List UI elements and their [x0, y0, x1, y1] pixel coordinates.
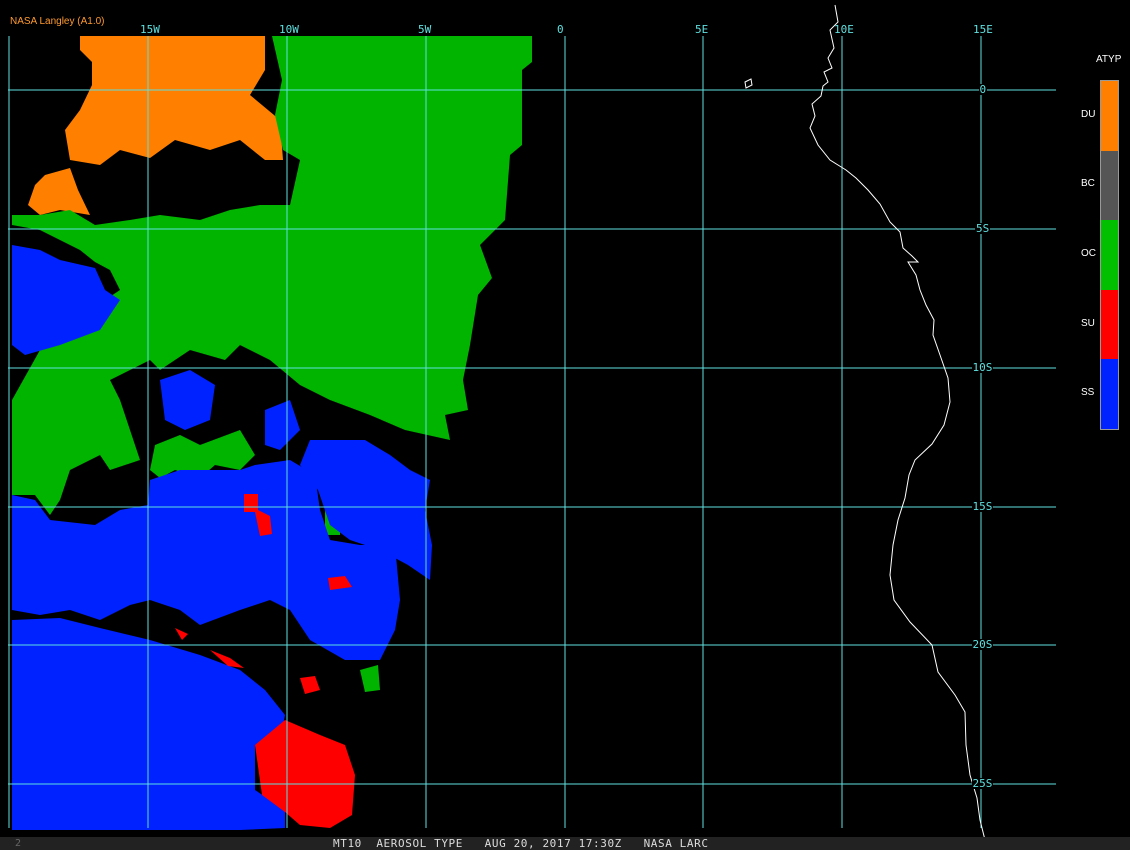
longitude-label: 15E [973, 23, 993, 36]
latitude-label: 10S [971, 361, 994, 374]
ss-region [265, 400, 300, 450]
aerosol-map [8, 4, 1056, 841]
status-index: 2 [15, 838, 22, 849]
legend-color-bar [1100, 80, 1119, 430]
latitude-label: 0 [978, 83, 988, 96]
status-caption: MT10 AEROSOL TYPE AUG 20, 2017 17:30Z NA… [333, 837, 709, 850]
legend-label: OC [1081, 248, 1096, 259]
attribution-label: NASA Langley (A1.0) [10, 16, 105, 27]
su-region [175, 628, 188, 640]
su-region [300, 676, 320, 694]
longitude-label: 10E [834, 23, 854, 36]
longitude-label: 15W [140, 23, 160, 36]
legend-swatch [1101, 359, 1118, 429]
legend-swatch [1101, 81, 1118, 151]
legend-title: ATYP [1096, 54, 1122, 65]
longitude-label: 5W [418, 23, 432, 36]
aerosol-type-field [12, 36, 532, 830]
dust-region [65, 36, 283, 165]
longitude-label: 10W [279, 23, 299, 36]
legend-swatch [1101, 150, 1118, 221]
longitude-label: 5E [695, 23, 709, 36]
latitude-label: 5S [975, 222, 991, 235]
latitude-label: 20S [971, 638, 994, 651]
africa-coastline [809, 4, 986, 841]
oc-region [360, 665, 380, 692]
bioko-island-outline [744, 78, 753, 89]
latitude-label: 25S [971, 777, 994, 790]
legend-swatch [1101, 220, 1118, 290]
legend-swatch [1101, 289, 1118, 360]
longitude-label: 0 [557, 23, 564, 36]
legend-label: SU [1081, 317, 1095, 329]
status-bar: 2 MT10 AEROSOL TYPE AUG 20, 2017 17:30Z … [0, 837, 1130, 850]
dust-region [28, 168, 90, 215]
latitude-label: 15S [971, 500, 994, 513]
legend-label: BC [1081, 178, 1095, 190]
ss-region [160, 370, 215, 430]
legend-label: SS [1081, 387, 1095, 399]
legend-label: DU [1081, 108, 1096, 120]
